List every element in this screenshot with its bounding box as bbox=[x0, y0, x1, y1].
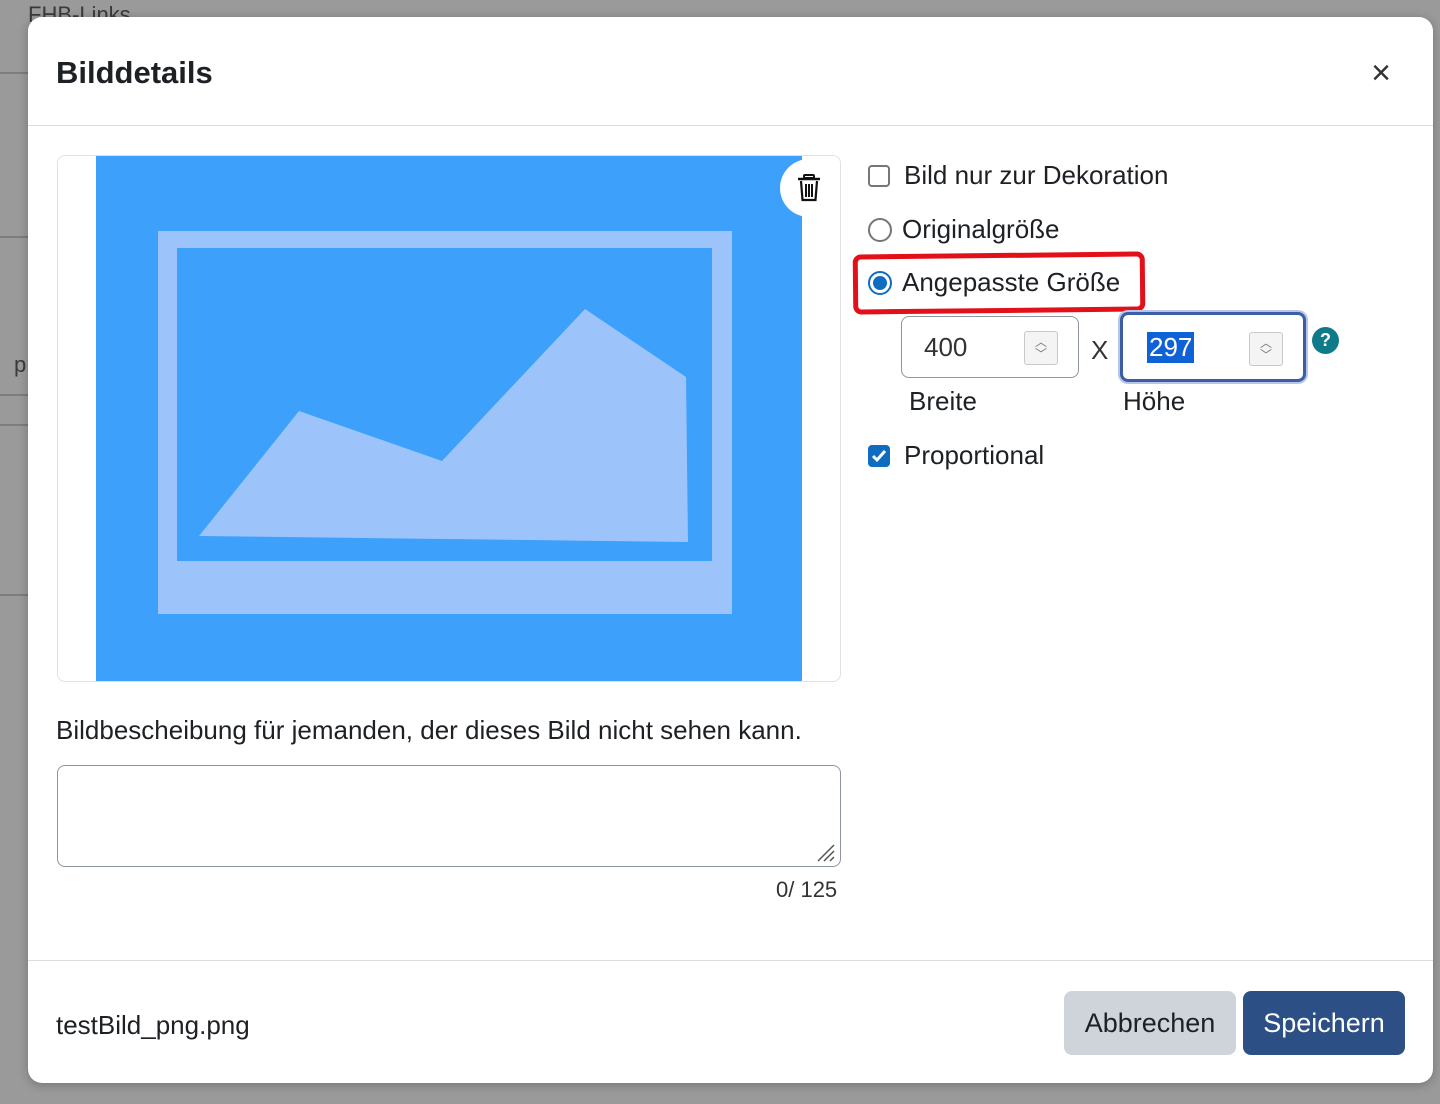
chevron-down-icon[interactable]: ﹀ bbox=[1260, 349, 1272, 361]
resize-handle-icon[interactable] bbox=[814, 841, 836, 863]
decorative-checkbox[interactable] bbox=[868, 164, 890, 187]
check-icon bbox=[871, 449, 887, 462]
original-size-label: Originalgröße bbox=[902, 214, 1060, 244]
background-fragment: p bbox=[14, 352, 27, 377]
image-placeholder-icon bbox=[96, 156, 802, 681]
original-size-radio[interactable] bbox=[868, 217, 892, 242]
image-preview bbox=[57, 155, 841, 682]
decorative-label: Bild nur zur Dekoration bbox=[904, 160, 1169, 190]
background-divider bbox=[0, 594, 30, 596]
width-label: Breite bbox=[909, 386, 977, 416]
proportional-checkbox[interactable] bbox=[868, 444, 890, 467]
description-textarea[interactable] bbox=[57, 765, 841, 867]
question-icon[interactable]: ? bbox=[1312, 327, 1339, 354]
width-input[interactable]: 400 ︿ ﹀ bbox=[901, 316, 1079, 378]
dialog-footer: testBild_png.png Abbrechen Speichern bbox=[28, 960, 1433, 1083]
trash-icon bbox=[798, 174, 820, 202]
width-spinner[interactable]: ︿ ﹀ bbox=[1024, 331, 1058, 365]
width-value: 400 bbox=[924, 331, 968, 362]
background-divider bbox=[0, 394, 30, 396]
original-size-option[interactable]: Originalgröße bbox=[868, 214, 1060, 245]
background-divider bbox=[0, 72, 30, 74]
character-counter: 0/ 125 bbox=[776, 877, 838, 902]
close-button[interactable]: × bbox=[1363, 55, 1399, 91]
background-divider bbox=[0, 424, 30, 426]
annotation-highlight bbox=[852, 251, 1146, 315]
save-button[interactable]: Speichern bbox=[1243, 991, 1405, 1055]
file-name: testBild_png.png bbox=[56, 1010, 250, 1040]
dialog-title: Bilddetails bbox=[56, 55, 213, 90]
background-divider bbox=[0, 236, 30, 238]
height-value: 297 bbox=[1147, 331, 1195, 363]
height-label: Höhe bbox=[1123, 386, 1186, 416]
chevron-down-icon[interactable]: ﹀ bbox=[1035, 348, 1047, 360]
height-input[interactable]: 297 ︿ ﹀ bbox=[1120, 312, 1306, 382]
dialog-header: Bilddetails × bbox=[28, 17, 1433, 126]
delete-image-button[interactable] bbox=[780, 159, 838, 217]
height-spinner[interactable]: ︿ ﹀ bbox=[1249, 332, 1283, 366]
proportional-option[interactable]: Proportional bbox=[868, 440, 1044, 471]
description-label: Bildbescheibung für jemanden, der dieses… bbox=[56, 715, 802, 745]
cancel-button[interactable]: Abbrechen bbox=[1064, 991, 1236, 1055]
image-details-dialog: Bilddetails × Bild nur zur Dekoration Or… bbox=[28, 17, 1433, 1083]
proportional-label: Proportional bbox=[904, 440, 1045, 470]
dimension-separator: X bbox=[1091, 335, 1109, 365]
close-icon: × bbox=[1371, 54, 1391, 92]
decorative-option[interactable]: Bild nur zur Dekoration bbox=[868, 160, 1168, 191]
